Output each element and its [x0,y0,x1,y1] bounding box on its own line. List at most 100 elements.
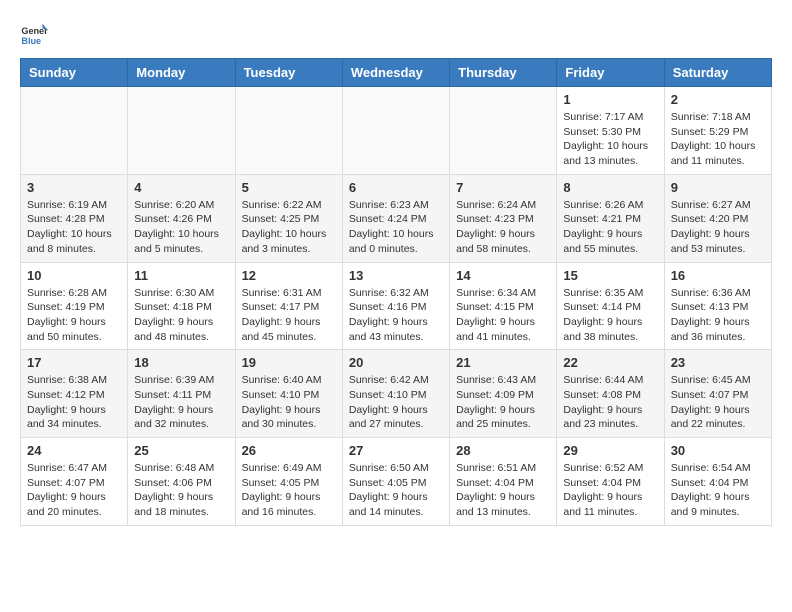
day-info: Sunrise: 6:23 AMSunset: 4:24 PMDaylight:… [349,198,443,257]
calendar-header-row: SundayMondayTuesdayWednesdayThursdayFrid… [21,59,772,87]
day-info: Sunrise: 6:31 AMSunset: 4:17 PMDaylight:… [242,286,336,345]
calendar-week-4: 24 Sunrise: 6:47 AMSunset: 4:07 PMDayligh… [21,438,772,526]
calendar-cell: 21Sunrise: 6:43 AMSunset: 4:09 PMDayligh… [450,350,557,438]
calendar-cell: 7 Sunrise: 6:24 AMSunset: 4:23 PMDaylight… [450,174,557,262]
day-number: 3 [27,180,121,195]
calendar-cell: 26 Sunrise: 6:49 AMSunset: 4:05 PMDayligh… [235,438,342,526]
day-info: Sunrise: 6:34 AMSunset: 4:15 PMDaylight:… [456,286,550,345]
calendar-week-1: 3 Sunrise: 6:19 AMSunset: 4:28 PMDaylight… [21,174,772,262]
day-number: 21 [456,355,550,370]
day-info: Sunrise: 6:22 AMSunset: 4:25 PMDaylight:… [242,198,336,257]
day-info: Sunrise: 6:40 AMSunset: 4:10 PMDaylight:… [242,373,336,432]
calendar-week-3: 17Sunrise: 6:38 AMSunset: 4:12 PMDayligh… [21,350,772,438]
calendar-cell: 18 Sunrise: 6:39 AMSunset: 4:11 PMDayligh… [128,350,235,438]
day-number: 13 [349,268,443,283]
day-number: 20 [349,355,443,370]
day-number: 1 [563,92,657,107]
day-info: Sunrise: 6:39 AMSunset: 4:11 PMDaylight:… [134,373,228,432]
day-info: Sunrise: 7:17 AMSunset: 5:30 PMDaylight:… [563,110,657,169]
day-info: Sunrise: 7:18 AMSunset: 5:29 PMDaylight:… [671,110,765,169]
day-number: 19 [242,355,336,370]
day-number: 16 [671,268,765,283]
day-number: 23 [671,355,765,370]
svg-text:Blue: Blue [21,36,41,46]
day-number: 30 [671,443,765,458]
calendar-cell: 6 Sunrise: 6:23 AMSunset: 4:24 PMDaylight… [342,174,449,262]
day-number: 14 [456,268,550,283]
calendar-cell [342,87,449,175]
calendar-cell [235,87,342,175]
page-header: General Blue [20,20,772,48]
day-info: Sunrise: 6:19 AMSunset: 4:28 PMDaylight:… [27,198,121,257]
calendar-cell: 14 Sunrise: 6:34 AMSunset: 4:15 PMDayligh… [450,262,557,350]
day-number: 24 [27,443,121,458]
calendar-cell: 20 Sunrise: 6:42 AMSunset: 4:10 PMDayligh… [342,350,449,438]
day-number: 22 [563,355,657,370]
calendar-week-2: 10 Sunrise: 6:28 AMSunset: 4:19 PMDayligh… [21,262,772,350]
calendar-cell: 29 Sunrise: 6:52 AMSunset: 4:04 PMDayligh… [557,438,664,526]
day-number: 28 [456,443,550,458]
day-number: 25 [134,443,228,458]
calendar-cell: 19 Sunrise: 6:40 AMSunset: 4:10 PMDayligh… [235,350,342,438]
day-number: 11 [134,268,228,283]
day-info: Sunrise: 6:24 AMSunset: 4:23 PMDaylight:… [456,198,550,257]
calendar-cell: 25 Sunrise: 6:48 AMSunset: 4:06 PMDayligh… [128,438,235,526]
day-number: 12 [242,268,336,283]
day-info: Sunrise: 6:47 AMSunset: 4:07 PMDaylight:… [27,461,121,520]
day-number: 18 [134,355,228,370]
col-header-sunday: Sunday [21,59,128,87]
calendar-cell [128,87,235,175]
day-number: 17 [27,355,121,370]
col-header-wednesday: Wednesday [342,59,449,87]
day-number: 26 [242,443,336,458]
calendar-cell: 30 Sunrise: 6:54 AMSunset: 4:04 PMDayligh… [664,438,771,526]
calendar-cell: 11 Sunrise: 6:30 AMSunset: 4:18 PMDayligh… [128,262,235,350]
day-info: Sunrise: 6:35 AMSunset: 4:14 PMDaylight:… [563,286,657,345]
day-number: 7 [456,180,550,195]
calendar-table: SundayMondayTuesdayWednesdayThursdayFrid… [20,58,772,526]
day-info: Sunrise: 6:27 AMSunset: 4:20 PMDaylight:… [671,198,765,257]
day-number: 4 [134,180,228,195]
day-number: 5 [242,180,336,195]
day-info: Sunrise: 6:28 AMSunset: 4:19 PMDaylight:… [27,286,121,345]
calendar-cell: 15Sunrise: 6:35 AMSunset: 4:14 PMDayligh… [557,262,664,350]
calendar-cell: 23 Sunrise: 6:45 AMSunset: 4:07 PMDayligh… [664,350,771,438]
calendar-cell: 16 Sunrise: 6:36 AMSunset: 4:13 PMDayligh… [664,262,771,350]
day-number: 8 [563,180,657,195]
calendar-cell: 2 Sunrise: 7:18 AMSunset: 5:29 PMDaylight… [664,87,771,175]
day-number: 29 [563,443,657,458]
calendar-cell: 1 Sunrise: 7:17 AMSunset: 5:30 PMDaylight… [557,87,664,175]
day-number: 2 [671,92,765,107]
calendar-cell: 22 Sunrise: 6:44 AMSunset: 4:08 PMDayligh… [557,350,664,438]
calendar-cell: 3 Sunrise: 6:19 AMSunset: 4:28 PMDaylight… [21,174,128,262]
calendar-cell [21,87,128,175]
calendar-cell: 5 Sunrise: 6:22 AMSunset: 4:25 PMDaylight… [235,174,342,262]
col-header-tuesday: Tuesday [235,59,342,87]
col-header-friday: Friday [557,59,664,87]
day-info: Sunrise: 6:32 AMSunset: 4:16 PMDaylight:… [349,286,443,345]
day-info: Sunrise: 6:30 AMSunset: 4:18 PMDaylight:… [134,286,228,345]
day-number: 10 [27,268,121,283]
calendar-cell: 12 Sunrise: 6:31 AMSunset: 4:17 PMDayligh… [235,262,342,350]
day-info: Sunrise: 6:44 AMSunset: 4:08 PMDaylight:… [563,373,657,432]
col-header-thursday: Thursday [450,59,557,87]
calendar-cell: 27Sunrise: 6:50 AMSunset: 4:05 PMDayligh… [342,438,449,526]
day-info: Sunrise: 6:42 AMSunset: 4:10 PMDaylight:… [349,373,443,432]
day-info: Sunrise: 6:52 AMSunset: 4:04 PMDaylight:… [563,461,657,520]
day-info: Sunrise: 6:49 AMSunset: 4:05 PMDaylight:… [242,461,336,520]
col-header-saturday: Saturday [664,59,771,87]
day-info: Sunrise: 6:54 AMSunset: 4:04 PMDaylight:… [671,461,765,520]
calendar-cell: 4 Sunrise: 6:20 AMSunset: 4:26 PMDaylight… [128,174,235,262]
col-header-monday: Monday [128,59,235,87]
day-info: Sunrise: 6:48 AMSunset: 4:06 PMDaylight:… [134,461,228,520]
day-info: Sunrise: 6:36 AMSunset: 4:13 PMDaylight:… [671,286,765,345]
calendar-week-0: 1 Sunrise: 7:17 AMSunset: 5:30 PMDaylight… [21,87,772,175]
day-info: Sunrise: 6:20 AMSunset: 4:26 PMDaylight:… [134,198,228,257]
calendar-cell: 17Sunrise: 6:38 AMSunset: 4:12 PMDayligh… [21,350,128,438]
logo: General Blue [20,20,52,48]
day-info: Sunrise: 6:26 AMSunset: 4:21 PMDaylight:… [563,198,657,257]
day-info: Sunrise: 6:50 AMSunset: 4:05 PMDaylight:… [349,461,443,520]
day-info: Sunrise: 6:45 AMSunset: 4:07 PMDaylight:… [671,373,765,432]
day-number: 6 [349,180,443,195]
calendar-cell [450,87,557,175]
